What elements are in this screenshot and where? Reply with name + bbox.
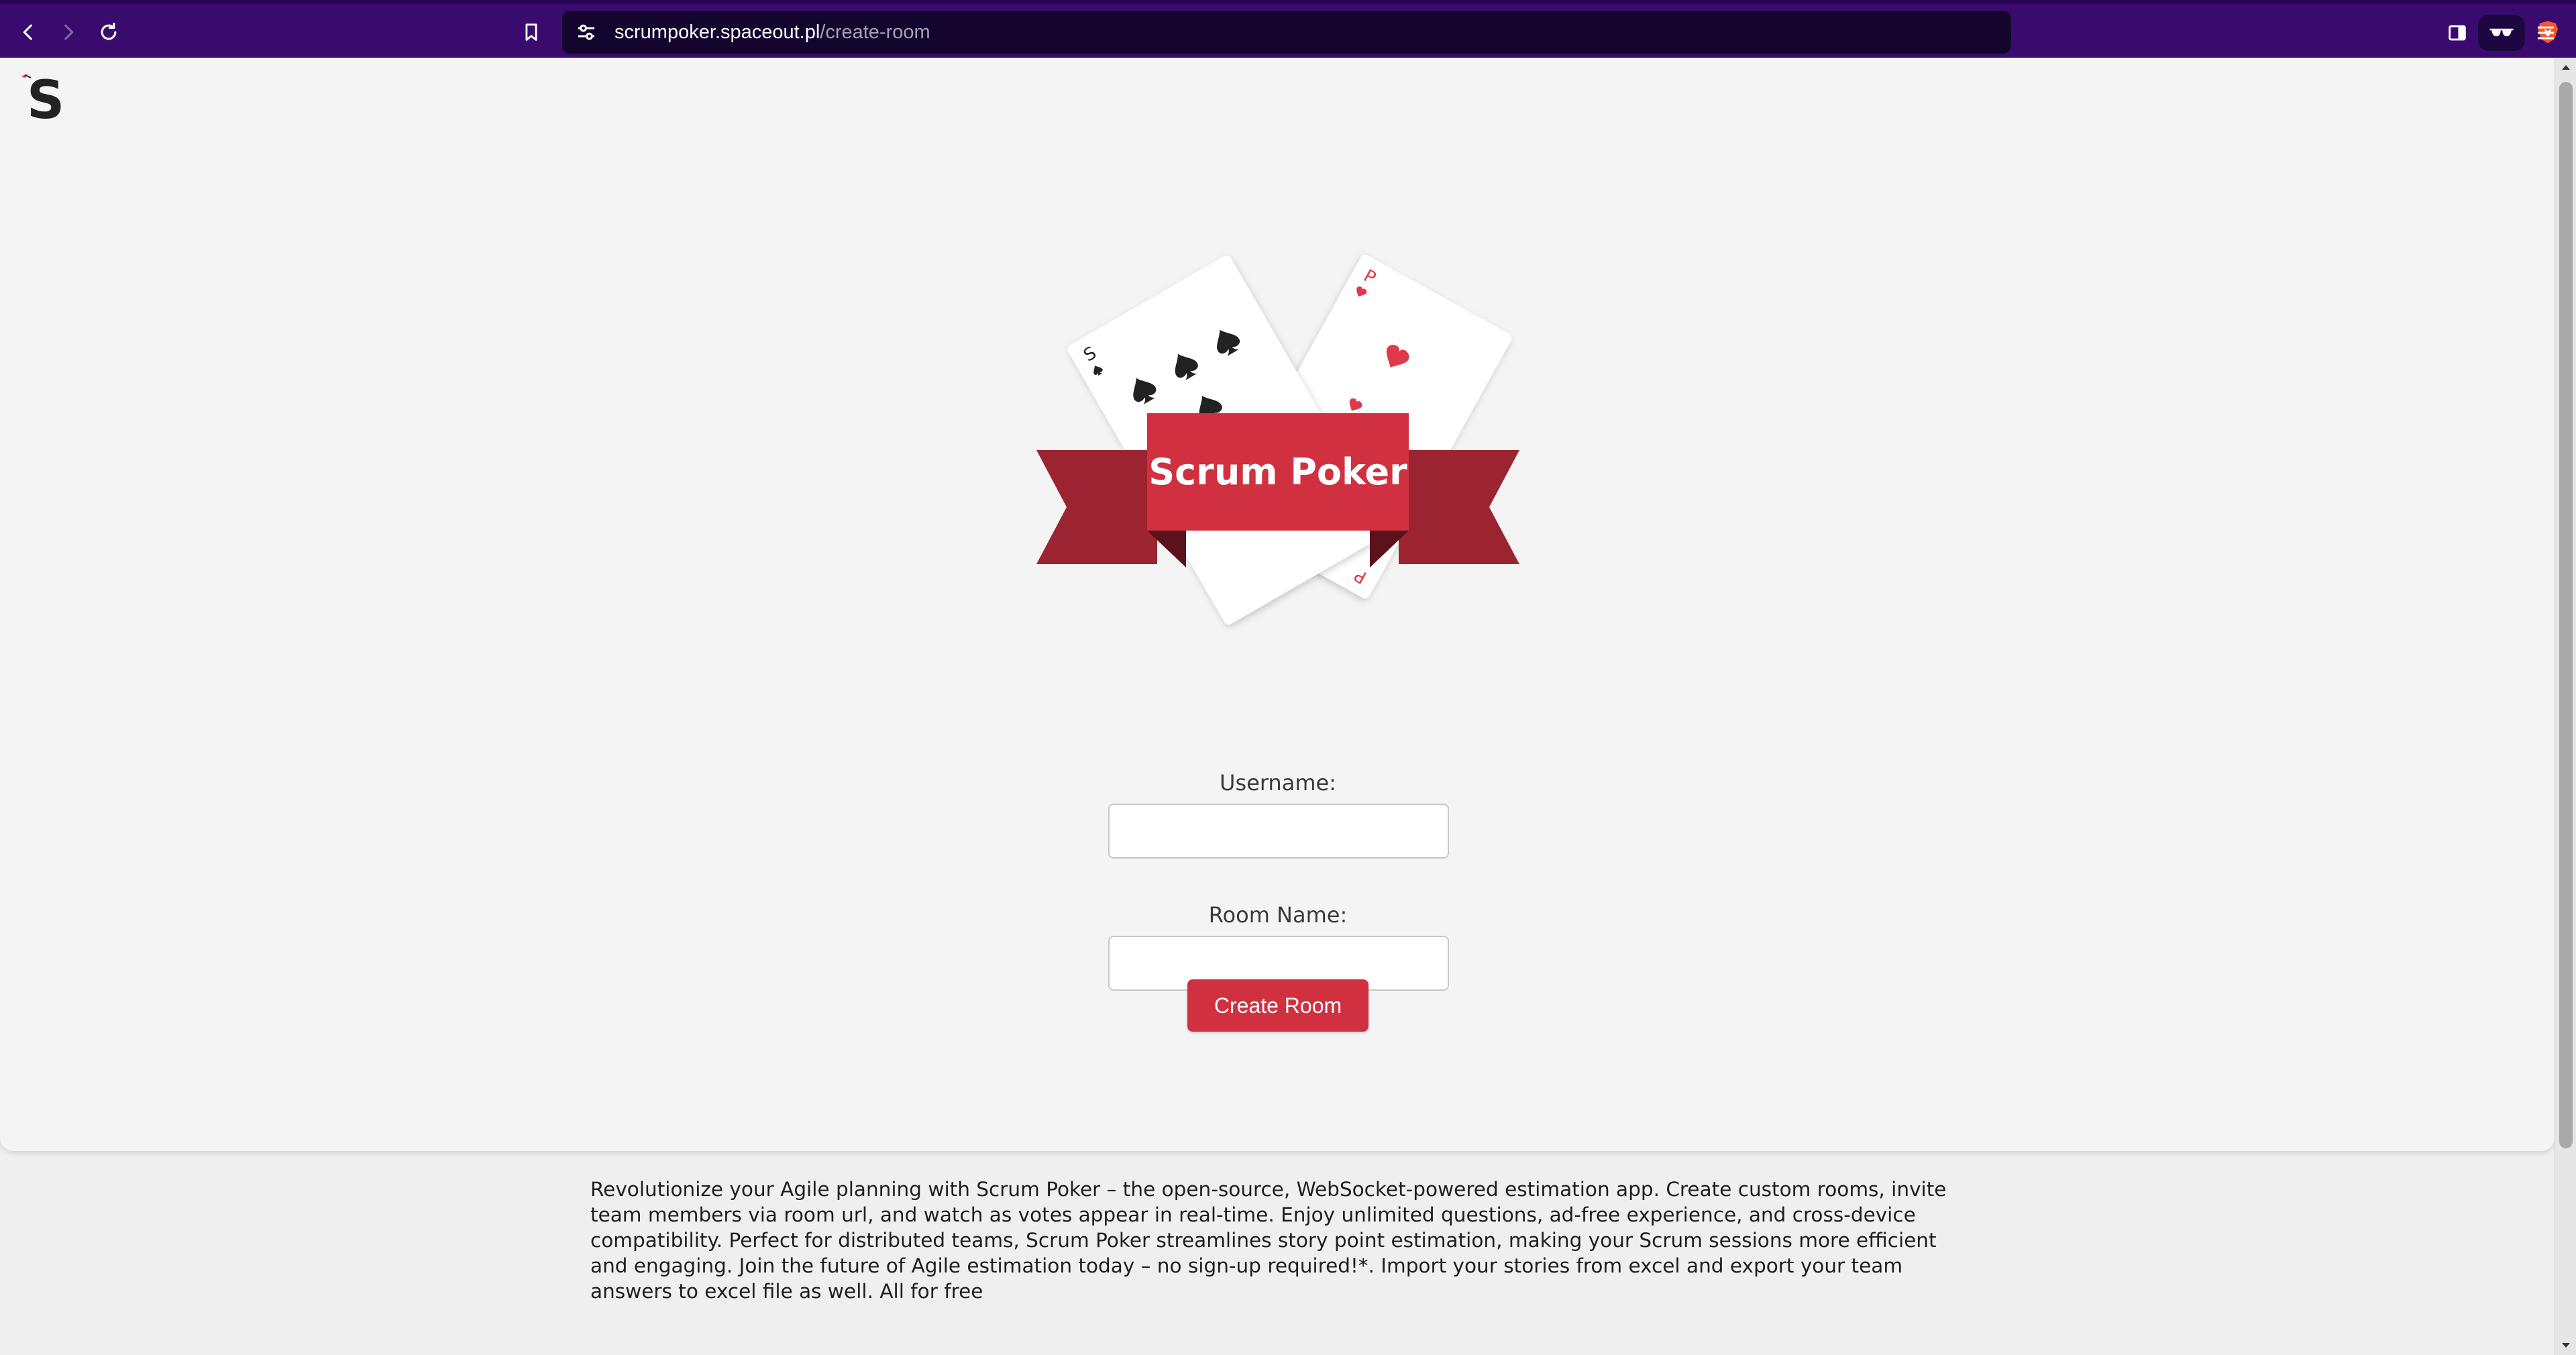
url-path: /create-room xyxy=(820,21,930,43)
reload-icon xyxy=(101,22,117,40)
scroll-up-button[interactable] xyxy=(2555,58,2576,76)
address-bar[interactable]: scrumpoker.spaceout.pl/create-room xyxy=(562,11,2558,54)
username-label: Username: xyxy=(1220,770,1336,796)
app-description: Revolutionize your Agile planning with S… xyxy=(590,1178,1947,1303)
private-glasses-icon xyxy=(2489,28,2514,37)
hamburger-menu-icon xyxy=(2537,26,2555,40)
room-name-label: Room Name: xyxy=(1208,902,1348,928)
bookmark-button[interactable] xyxy=(513,13,550,51)
username-input[interactable] xyxy=(1108,804,1449,859)
scroll-down-arrow-icon xyxy=(2562,1343,2570,1348)
reload-button[interactable] xyxy=(90,13,127,51)
create-room-button[interactable]: Create Room xyxy=(1187,979,1368,1032)
page-scrollbar[interactable] xyxy=(2555,58,2576,1355)
site-info-icon[interactable] xyxy=(574,20,598,44)
scroll-down-button[interactable] xyxy=(2555,1336,2576,1355)
site-logo[interactable]: S xyxy=(20,70,67,123)
scroll-thumb[interactable] xyxy=(2559,82,2573,1148)
hero-title: Scrum Poker xyxy=(1148,451,1407,493)
menu-button[interactable] xyxy=(2528,15,2564,51)
sidebar-icon xyxy=(2449,25,2466,41)
page-viewport: S P P S Scrum Poker Username: Room Name:… xyxy=(0,58,2555,1355)
sidebar-button[interactable] xyxy=(2439,15,2475,51)
url-text[interactable]: scrumpoker.spaceout.pl/create-room xyxy=(614,19,930,46)
back-arrow-icon xyxy=(23,24,32,40)
scroll-up-arrow-icon xyxy=(2562,65,2570,70)
forward-button[interactable] xyxy=(50,13,87,51)
bookmark-icon xyxy=(525,23,537,41)
hero-section: S P P S Scrum Poker Username: Room Name:… xyxy=(0,58,2555,1151)
back-button[interactable] xyxy=(9,13,47,51)
scrum-poker-emblem: P P S Scrum Poker xyxy=(1036,255,1519,625)
logo-letter: S xyxy=(27,70,64,123)
browser-toolbar: scrumpoker.spaceout.pl/create-room xyxy=(0,0,2576,58)
forward-arrow-icon xyxy=(64,24,74,40)
url-host: scrumpoker.spaceout.pl xyxy=(614,21,820,43)
private-window-indicator[interactable] xyxy=(2478,15,2525,51)
